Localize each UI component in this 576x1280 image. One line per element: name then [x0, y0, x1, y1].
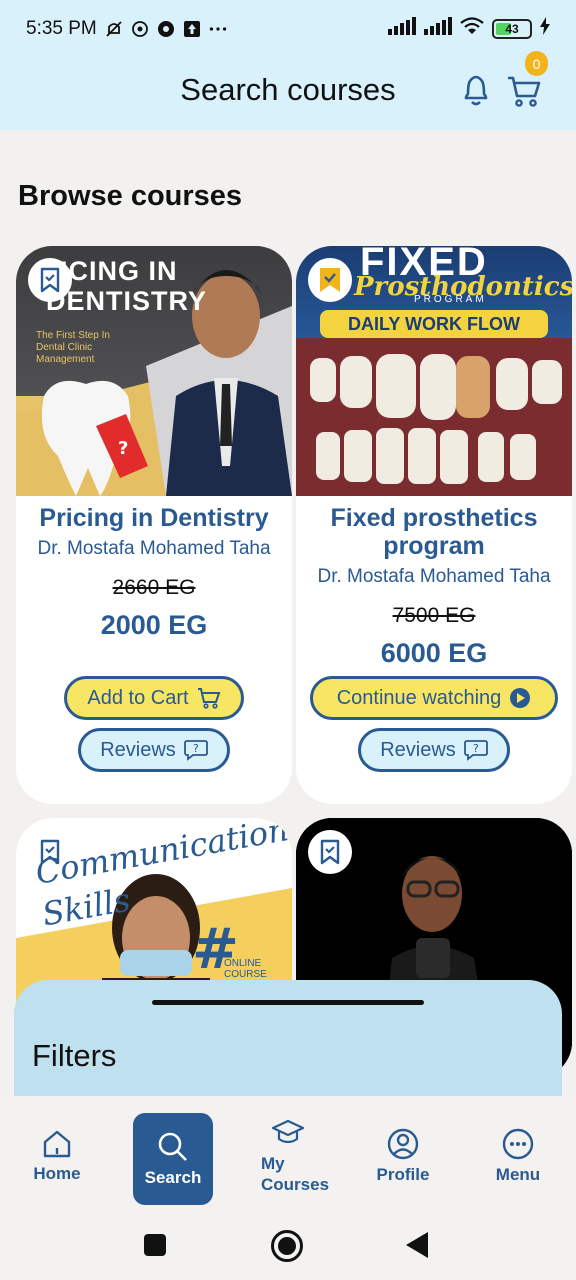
- nav-my-courses[interactable]: My Courses: [243, 1096, 333, 1216]
- add-to-cart-label: Add to Cart: [87, 686, 189, 709]
- charging-icon: [540, 17, 550, 41]
- bookmark-filled-icon: [320, 268, 340, 292]
- more-notifications-icon: [209, 20, 227, 38]
- thumb-title-line1: ICING IN: [60, 256, 178, 286]
- back-button[interactable]: [406, 1232, 428, 1258]
- profile-icon: [387, 1128, 419, 1160]
- nav-menu-label: Menu: [495, 1165, 541, 1184]
- filters-sheet[interactable]: Filters: [14, 980, 562, 1110]
- section-title: Browse courses: [18, 180, 243, 212]
- recents-button[interactable]: [144, 1234, 166, 1256]
- bookmark-button[interactable]: [308, 830, 352, 874]
- bookmark-icon: [320, 839, 340, 865]
- cart-count-badge: 0: [525, 51, 548, 76]
- course-price: 6000 EG: [380, 638, 488, 668]
- svg-text:?: ?: [473, 742, 479, 755]
- course-card[interactable]: ? ICING IN DENTISTRY The First Step In D…: [16, 246, 292, 804]
- course-author: Dr. Mostafa Mohamed Taha: [37, 538, 271, 559]
- home-system-button[interactable]: [271, 1230, 303, 1262]
- nav-profile-label: Profile: [376, 1165, 430, 1184]
- course-old-price: 7500 EG: [392, 604, 476, 627]
- nav-home[interactable]: Home: [12, 1096, 102, 1216]
- battery-level: 43: [505, 22, 519, 36]
- cart-icon[interactable]: [506, 74, 542, 108]
- cart-icon: [197, 688, 220, 709]
- course-price: 2000 EG: [100, 610, 208, 640]
- status-time: 5:35 PM: [26, 18, 97, 39]
- reviews-label: Reviews: [100, 738, 176, 761]
- signal-2-icon: [424, 17, 452, 41]
- thumb-banner: DAILY WORK FLOW: [320, 310, 548, 338]
- whatsapp-icon: [131, 20, 149, 38]
- course-thumbnail[interactable]: ? ICING IN DENTISTRY The First Step In D…: [16, 246, 292, 496]
- course-info: Pricing in Dentistry Dr. Mostafa Mohamed…: [16, 496, 292, 641]
- nav-menu[interactable]: Menu: [473, 1096, 563, 1216]
- bookmark-icon: [40, 839, 60, 865]
- home-icon: [43, 1130, 71, 1158]
- bottom-navigation: Home Search My Courses Profile Menu: [0, 1096, 576, 1216]
- battery-icon: 43: [492, 19, 532, 39]
- reviews-label: Reviews: [380, 738, 456, 761]
- notifications-bell-icon[interactable]: [460, 72, 492, 108]
- nav-profile[interactable]: Profile: [358, 1096, 448, 1216]
- nav-my-courses-label: My Courses: [261, 1154, 330, 1194]
- sheet-drag-handle[interactable]: [152, 1000, 424, 1005]
- course-info: Fixed prosthetics program Dr. Mostafa Mo…: [296, 496, 572, 669]
- svg-text:?: ?: [118, 438, 128, 459]
- bookmark-button[interactable]: [28, 830, 72, 874]
- continue-watching-button[interactable]: Continue watching: [310, 676, 558, 720]
- thumb-title-line2: DENTISTRY: [46, 286, 208, 316]
- review-bubble-icon: ?: [183, 740, 208, 761]
- course-author: Dr. Mostafa Mohamed Taha: [317, 566, 551, 587]
- course-title[interactable]: Pricing in Dentistry: [16, 496, 292, 532]
- thumb-subtitle: The First Step In Dental Clinic Manageme…: [36, 330, 110, 365]
- app-icon: [157, 20, 175, 38]
- home-system-dot: [278, 1237, 296, 1255]
- continue-watching-label: Continue watching: [336, 686, 502, 709]
- thumb-subtitle: PROGRAM: [414, 294, 487, 305]
- top-bar: 5:35 PM 43 Search courses 0: [0, 0, 576, 130]
- mute-icon: [105, 20, 123, 38]
- nav-home-label: Home: [33, 1164, 81, 1183]
- bookmark-icon: [40, 267, 60, 293]
- bookmarked-button[interactable]: [308, 258, 352, 302]
- signal-icon: [388, 17, 416, 41]
- filters-title: Filters: [32, 1038, 117, 1073]
- graduation-cap-icon: [271, 1119, 305, 1144]
- wifi-icon: [460, 17, 484, 41]
- nav-search-label: Search: [144, 1168, 202, 1187]
- course-title[interactable]: Fixed prosthetics program: [296, 496, 572, 560]
- menu-dots-icon: [502, 1128, 534, 1160]
- thumb-subtitle: ONLINE COURSE: [224, 958, 267, 980]
- system-navigation: [0, 1216, 576, 1280]
- course-thumbnail[interactable]: FIXED Prosthodontics PROGRAM DAILY WORK …: [296, 246, 572, 496]
- upload-icon: [183, 20, 201, 38]
- course-card[interactable]: FIXED Prosthodontics PROGRAM DAILY WORK …: [296, 246, 572, 804]
- svg-text:?: ?: [193, 742, 199, 755]
- course-old-price: 2660 EG: [112, 576, 196, 599]
- bookmark-button[interactable]: [28, 258, 72, 302]
- nav-search[interactable]: Search: [133, 1113, 213, 1205]
- add-to-cart-button[interactable]: Add to Cart: [64, 676, 244, 720]
- review-bubble-icon: ?: [463, 740, 488, 761]
- play-circle-icon: [510, 688, 531, 708]
- reviews-button[interactable]: Reviews ?: [358, 728, 510, 772]
- search-icon: [158, 1132, 187, 1161]
- reviews-button[interactable]: Reviews ?: [78, 728, 230, 772]
- status-bar: 5:35 PM 43: [0, 0, 576, 58]
